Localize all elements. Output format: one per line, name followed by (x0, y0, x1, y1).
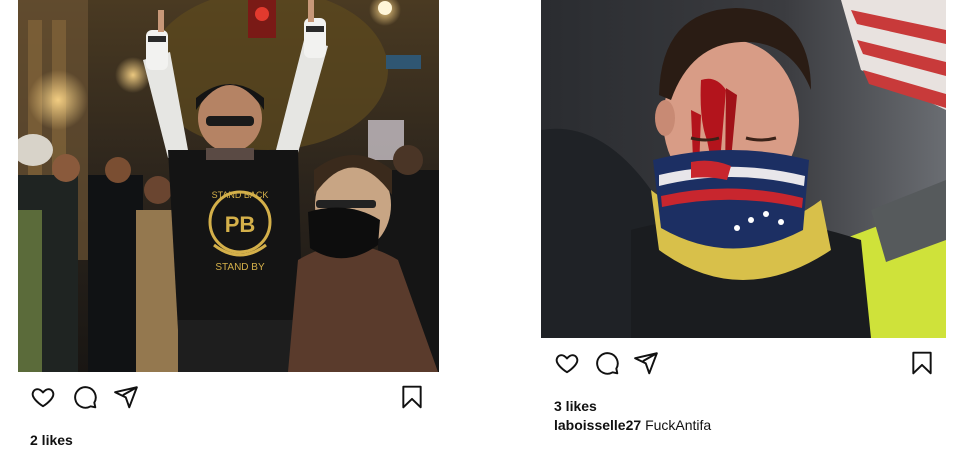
heart-icon[interactable] (30, 384, 56, 410)
caption-username[interactable]: laboisselle27 (554, 417, 641, 433)
protester-photo: STAND BACK PB STAND BY (18, 0, 439, 372)
shirt-text-logo: PB (225, 212, 256, 237)
post-caption: laboisselle27 FuckAntifa (554, 417, 946, 434)
share-icon[interactable] (113, 384, 139, 410)
post-actions (541, 350, 946, 386)
likes-count[interactable]: 2 likes (30, 432, 439, 449)
bookmark-icon[interactable] (909, 350, 935, 376)
bookmark-icon[interactable] (399, 384, 425, 410)
share-icon[interactable] (633, 350, 659, 376)
heart-icon[interactable] (554, 350, 580, 376)
likes-count[interactable]: 3 likes (554, 398, 946, 415)
post-card-right: 3 likes laboisselle27 FuckAntifa (541, 0, 946, 434)
comment-icon[interactable] (594, 350, 620, 376)
post-actions (18, 384, 439, 420)
post-photo[interactable] (541, 0, 946, 338)
post-photo[interactable]: STAND BACK PB STAND BY (18, 0, 439, 372)
shirt-text-top: STAND BACK (212, 190, 269, 200)
shirt-text-bottom: STAND BY (215, 262, 265, 273)
post-card-left: STAND BACK PB STAND BY 2 likes (18, 0, 439, 449)
injured-man-photo (541, 0, 946, 338)
caption-text: FuckAntifa (645, 417, 712, 433)
comment-icon[interactable] (72, 384, 98, 410)
